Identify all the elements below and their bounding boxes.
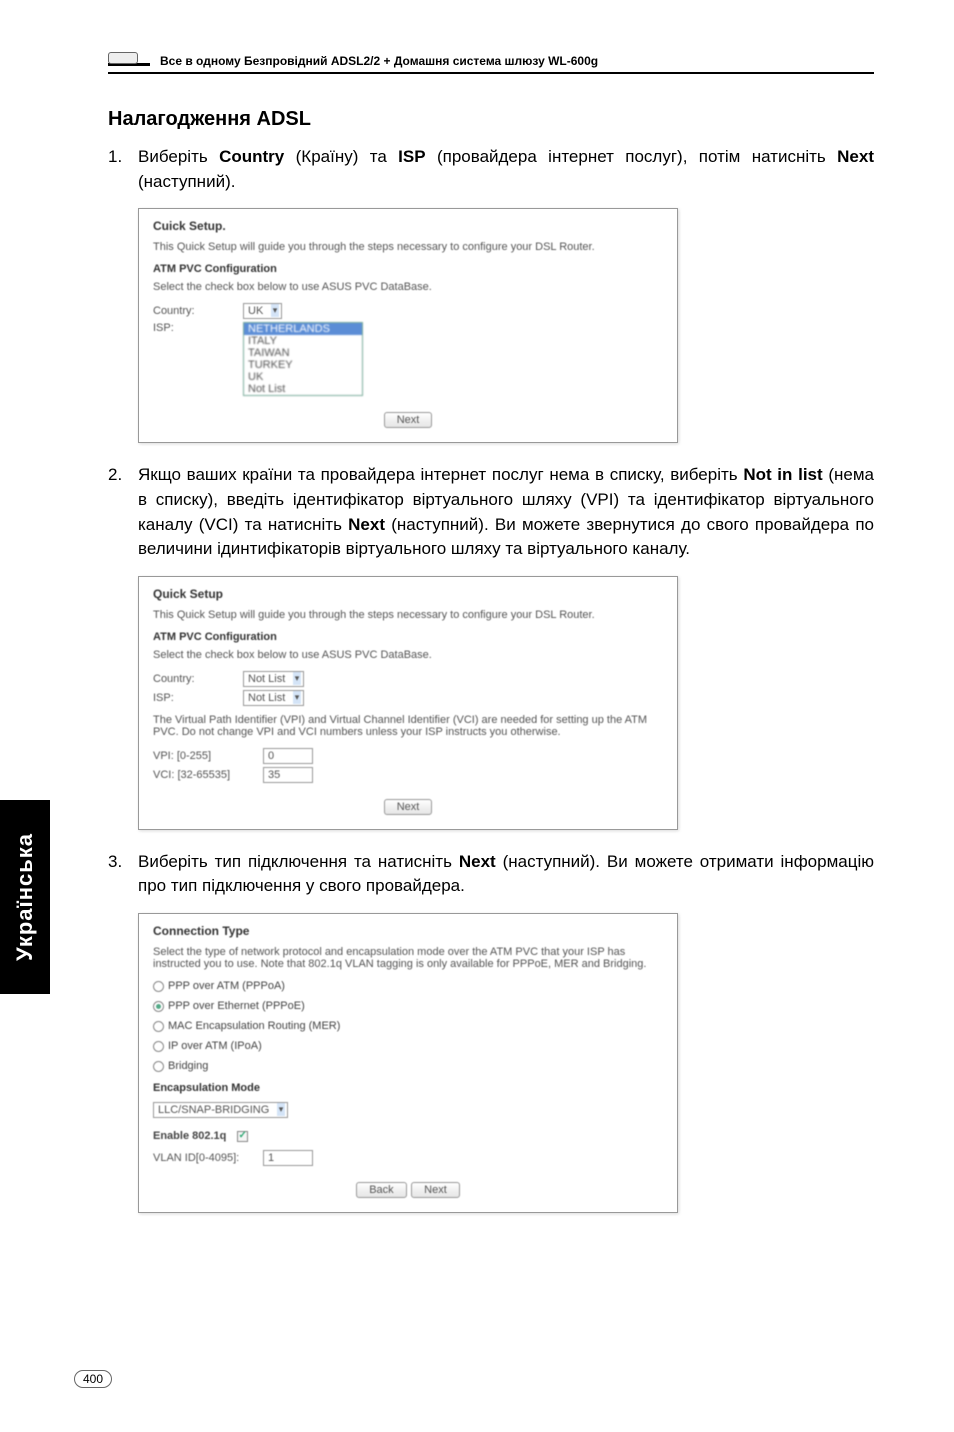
vci-input[interactable]: 35 [263,767,313,783]
scr2-desc: This Quick Setup will guide you through … [153,609,663,621]
page-content: Налагодження ADSL 1. Виберіть Country (К… [108,108,874,1233]
radio-icon [153,1001,164,1012]
scr1-country-row: Country: UK [153,303,663,319]
isp-option[interactable]: TAIWAN [244,347,362,359]
t-bold: ISP [398,147,425,166]
t-bold: Country [219,147,284,166]
scr1-isp-row: ISP: NETHERLANDS ITALY TAIWAN TURKEY UK … [153,322,663,396]
isp-option[interactable]: ITALY [244,335,362,347]
radio-pppoe[interactable]: PPP over Ethernet (PPPoE) [153,1000,663,1012]
radio-label: MAC Encapsulation Routing (MER) [168,1020,340,1032]
scr1-desc: This Quick Setup will guide you through … [153,241,663,253]
step-text: Виберіть тип підключення та натисніть Ne… [138,850,874,899]
radio-icon [153,1021,164,1032]
screenshot-3: Connection Type Select the type of netwo… [138,913,678,1213]
radio-label: IP over ATM (IPoA) [168,1040,262,1052]
step-number: 1. [108,145,138,194]
t-bold: Next [459,852,496,871]
scr2-subhead: ATM PVC Configuration [153,631,663,643]
scr1-title: Cuick Setup. [153,219,663,233]
country-select[interactable]: Not List [243,671,304,687]
vlan-row: VLAN ID[0-4095]: 1 [153,1150,663,1166]
scr1-btn-row: Next [153,410,663,428]
step-number: 2. [108,463,138,562]
t-bold: Next [348,515,385,534]
step-2: 2. Якщо ваших країни та провайдера інтер… [108,463,874,562]
isp-label: ISP: [153,692,243,704]
encap-label: Encapsulation Mode [153,1082,663,1094]
screenshot-1: Cuick Setup. This Quick Setup will guide… [138,208,678,443]
next-button[interactable]: Next [384,412,433,428]
radio-label: PPP over ATM (PPPoA) [168,980,285,992]
scr1-select-text: Select the check box below to use ASUS P… [153,281,663,293]
radio-icon [153,981,164,992]
scr2-select-text: Select the check box below to use ASUS P… [153,649,663,661]
scr3-title: Connection Type [153,924,663,938]
radio-icon [153,1061,164,1072]
scr2-btn-row: Next [153,797,663,815]
enable-label: Enable 802.1q [153,1130,226,1142]
isp-option[interactable]: NETHERLANDS [244,323,362,335]
radio-icon [153,1041,164,1052]
t: (Країну) та [284,147,398,166]
step-text: Якщо ваших країни та провайдера інтернет… [138,463,874,562]
screenshot-2: Quick Setup This Quick Setup will guide … [138,576,678,830]
t-bold: Next [837,147,874,166]
radio-label: PPP over Ethernet (PPPoE) [168,1000,305,1012]
scr2-vci-row: VCI: [32-65535] 35 [153,767,663,783]
t: (наступний). [138,172,235,191]
isp-listbox[interactable]: NETHERLANDS ITALY TAIWAN TURKEY UK Not L… [243,322,363,396]
enable-8021q-row: Enable 802.1q [153,1130,663,1142]
page-number: 400 [74,1370,112,1388]
scr3-btn-row: Back Next [153,1180,663,1198]
t: Виберіть тип підключення та натисніть [138,852,459,871]
vci-label: VCI: [32-65535] [153,769,263,781]
t: Якщо ваших країни та провайдера інтернет… [138,465,743,484]
scr1-subhead: ATM PVC Configuration [153,263,663,275]
next-button[interactable]: Next [411,1182,460,1198]
step-number: 3. [108,850,138,899]
back-button[interactable]: Back [356,1182,406,1198]
isp-option[interactable]: UK [244,371,362,383]
country-label: Country: [153,305,243,317]
t: Виберіть [138,147,219,166]
encap-select[interactable]: LLC/SNAP-BRIDGING [153,1102,288,1118]
next-button[interactable]: Next [384,799,433,815]
country-select[interactable]: UK [243,303,282,319]
scr2-vpi-row: VPI: [0-255] 0 [153,748,663,764]
scr2-title: Quick Setup [153,587,663,601]
header-text: Все в одному Безпровідний ADSL2/2 + Дома… [160,54,598,68]
enable-checkbox[interactable] [237,1131,248,1142]
t-bold: Not in list [743,465,822,484]
radio-pppoa[interactable]: PPP over ATM (PPPoA) [153,980,663,992]
section-title: Налагодження ADSL [108,108,874,131]
vlan-input[interactable]: 1 [263,1150,313,1166]
step-3: 3. Виберіть тип підключення та натисніть… [108,850,874,899]
t: (провайдера інтернет послуг), потім нати… [426,147,838,166]
vpi-input[interactable]: 0 [263,748,313,764]
isp-label: ISP: [153,322,243,334]
router-icon [108,48,150,66]
country-label: Country: [153,673,243,685]
language-tab: Українська [0,800,50,994]
vlan-label: VLAN ID[0-4095]: [153,1152,263,1164]
radio-label: Bridging [168,1060,208,1072]
step-1: 1. Виберіть Country (Країну) та ISP (про… [108,145,874,194]
radio-mer[interactable]: MAC Encapsulation Routing (MER) [153,1020,663,1032]
scr2-country-row: Country: Not List [153,671,663,687]
step-text: Виберіть Country (Країну) та ISP (провай… [138,145,874,194]
isp-select[interactable]: Not List [243,690,304,706]
vpi-label: VPI: [0-255] [153,750,263,762]
scr2-vpi-text: The Virtual Path Identifier (VPI) and Vi… [153,714,663,738]
scr3-desc: Select the type of network protocol and … [153,946,663,970]
header-divider [108,72,874,74]
scr2-isp-row: ISP: Not List [153,690,663,706]
isp-option[interactable]: Not List [244,383,362,395]
radio-bridging[interactable]: Bridging [153,1060,663,1072]
radio-ipoa[interactable]: IP over ATM (IPoA) [153,1040,663,1052]
isp-option[interactable]: TURKEY [244,359,362,371]
